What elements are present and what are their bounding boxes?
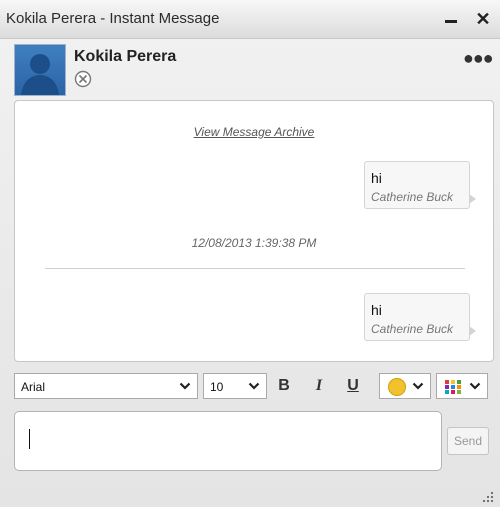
window-title: Kokila Perera - Instant Message [6, 10, 220, 27]
person-silhouette-icon [21, 54, 59, 95]
emoticon-button[interactable] [379, 373, 431, 399]
offline-status-icon [74, 70, 92, 88]
bold-button[interactable]: B [272, 373, 296, 399]
view-message-archive-link[interactable]: View Message Archive [15, 125, 493, 139]
font-size-select[interactable]: 10 [203, 373, 267, 399]
message-text: hi [371, 170, 382, 186]
contact-name: Kokila Perera [74, 48, 177, 65]
text-caret [29, 429, 30, 449]
message-input[interactable] [14, 411, 442, 471]
font-family-select[interactable]: Arial [14, 373, 198, 399]
send-button[interactable]: Send [447, 427, 489, 455]
text-color-button[interactable] [436, 373, 488, 399]
message-bubble: hi Catherine Buck [364, 161, 476, 209]
underline-button[interactable]: U [341, 373, 365, 399]
message-sender: Catherine Buck [371, 322, 454, 336]
close-button[interactable]: ✕ [470, 6, 496, 32]
resize-grip-icon[interactable] [480, 489, 494, 503]
color-palette-icon [445, 380, 461, 394]
instant-message-window: Kokila Perera - Instant Message ✕ Kokila… [0, 0, 500, 507]
minimize-icon [445, 19, 457, 23]
message-text: hi [371, 302, 382, 318]
divider [45, 268, 465, 269]
chevron-down-icon [412, 382, 424, 390]
chevron-down-icon [248, 382, 260, 390]
font-family-value: Arial [21, 380, 46, 394]
title-bar[interactable]: Kokila Perera - Instant Message ✕ [0, 0, 500, 39]
minimize-button[interactable] [438, 6, 464, 32]
message-bubble: hi Catherine Buck [364, 293, 476, 341]
more-options-icon[interactable]: ●●● [463, 48, 494, 69]
conversation-panel[interactable]: View Message Archive hi Catherine Buck 1… [14, 100, 494, 362]
message-sender: Catherine Buck [371, 190, 454, 204]
close-icon: ✕ [475, 8, 491, 29]
avatar [14, 44, 66, 96]
font-size-value: 10 [210, 380, 224, 394]
italic-button[interactable]: I [307, 373, 331, 399]
message-timestamp: 12/08/2013 1:39:38 PM [191, 236, 317, 250]
chevron-down-icon [179, 382, 191, 390]
smiley-icon [388, 378, 406, 396]
chevron-down-icon [469, 382, 481, 390]
